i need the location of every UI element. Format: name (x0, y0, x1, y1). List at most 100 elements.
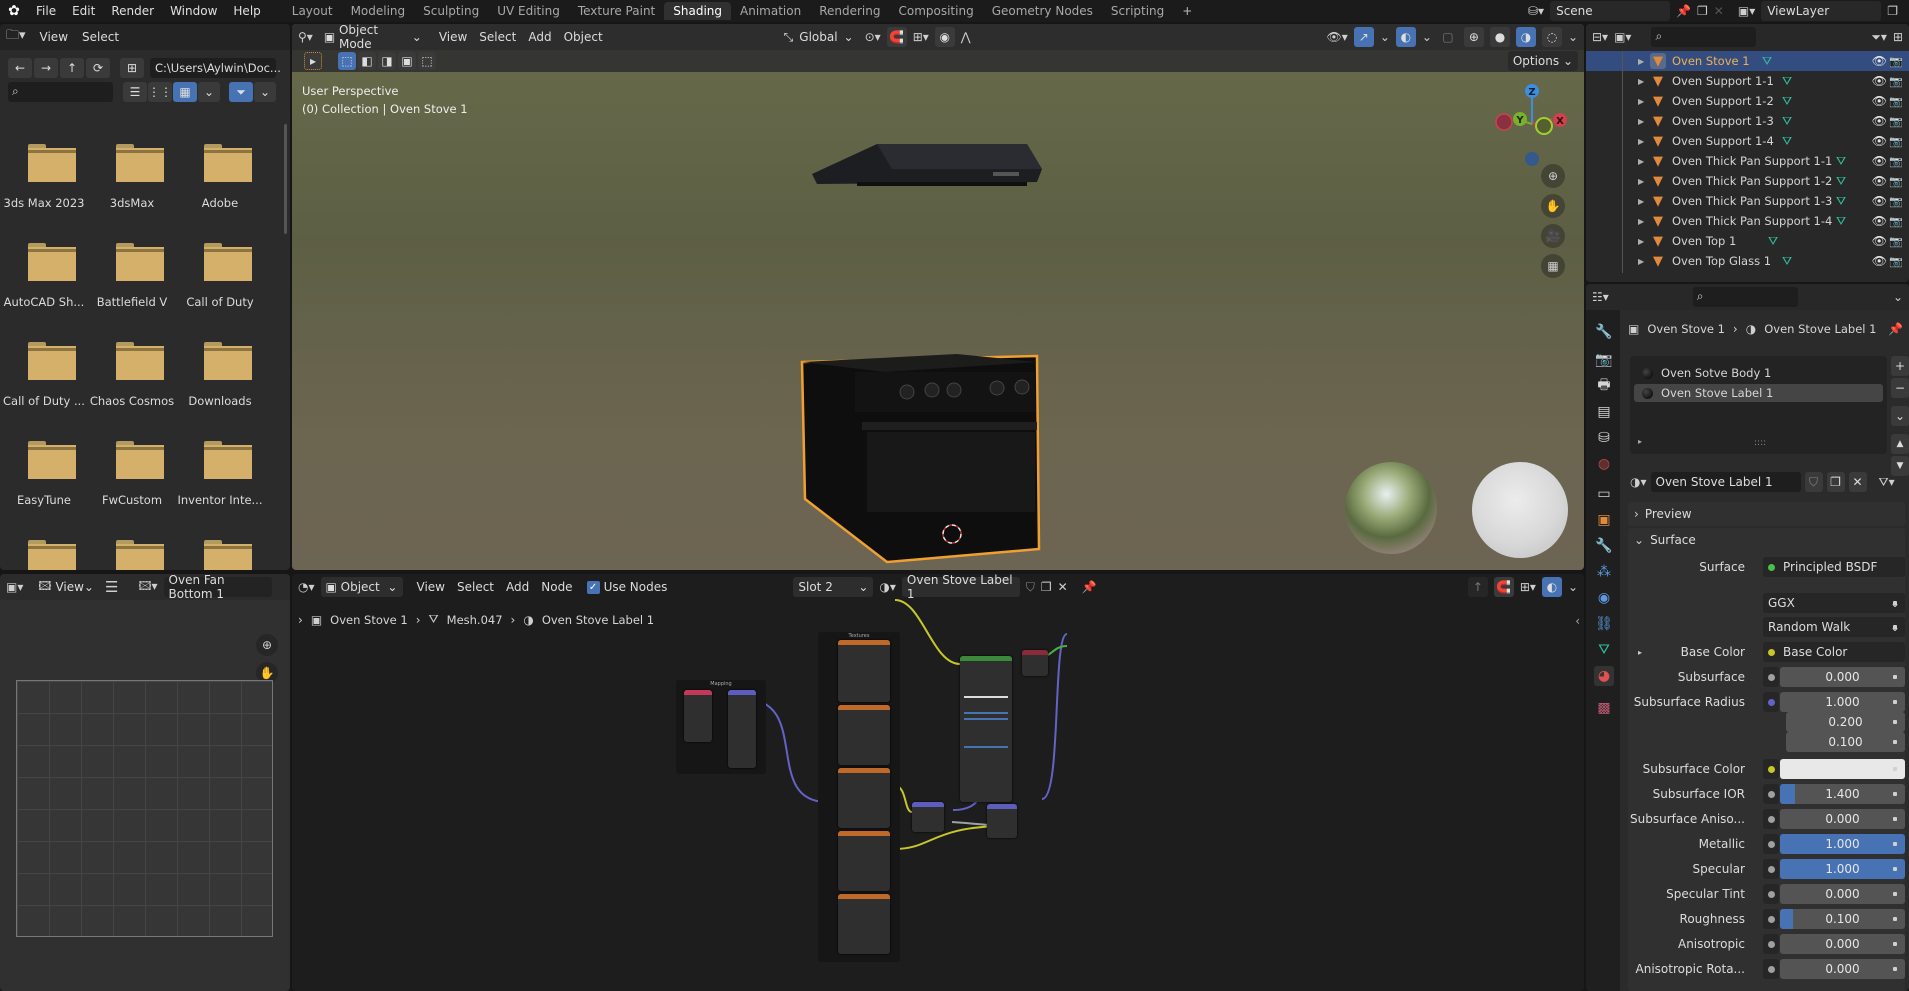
mesh-data-icon[interactable]: ⛛ (1782, 134, 1792, 149)
keyframe-dot[interactable] (1893, 700, 1897, 704)
visibility-eye-icon[interactable]: 👁 (1872, 114, 1887, 128)
mode-dropdown[interactable]: ▣ Object Mode ⌄ (318, 24, 427, 51)
workspace-tab-layout[interactable]: Layout (283, 2, 342, 20)
displacement-node[interactable] (987, 804, 1017, 838)
tool-tab-icon[interactable]: 🔧 (1594, 322, 1614, 342)
keyframe-dot[interactable] (1893, 740, 1897, 744)
input-socket-icon[interactable] (1763, 759, 1779, 779)
property-value-field[interactable]: 0.000 (1780, 884, 1905, 904)
workspace-tab-uv-editing[interactable]: UV Editing (488, 2, 569, 20)
property-value-field[interactable]: 0.000 (1780, 809, 1905, 829)
visibility-eye-icon[interactable]: 👁 (1872, 154, 1887, 168)
material-name-field[interactable]: Oven Stove Label 1 (1650, 472, 1801, 492)
gizmo-toggle[interactable]: ↗ (1353, 27, 1374, 47)
folder-item[interactable]: Battlefield V (97, 235, 190, 330)
render-camera-icon[interactable]: 📷 (1889, 155, 1903, 168)
folder-item[interactable]: Downloads (188, 334, 278, 429)
unlink-material-button[interactable]: ✕ (1848, 472, 1867, 492)
material-slot-item[interactable]: Oven Stove Label 1 (1634, 384, 1883, 402)
physics-tab-icon[interactable]: ◉ (1594, 588, 1614, 608)
outliner-item[interactable]: ▶ ▼ Oven Thick Pan Support 1-1 ⛛ 👁 📷 (1586, 151, 1909, 171)
render-camera-icon[interactable]: 📷 (1889, 215, 1903, 228)
expand-arrow-icon[interactable]: ▶ (1638, 197, 1650, 206)
resize-handle[interactable]: :::: (1754, 438, 1766, 448)
mesh-data-icon[interactable]: ⛛ (1782, 74, 1792, 89)
view-layer-icon[interactable]: ▣▾ (1738, 4, 1755, 18)
keyframe-dot[interactable] (1893, 867, 1897, 871)
outliner-item[interactable]: ▶ ▼ Oven Support 1-1 ⛛ 👁 📷 (1586, 71, 1909, 91)
visibility-eye-icon[interactable]: 👁 (1872, 134, 1887, 148)
visibility-eye-icon[interactable]: 👁 (1872, 94, 1887, 108)
oven-stove-object[interactable] (797, 344, 1042, 564)
preview-panel-header[interactable]: › Preview (1628, 502, 1905, 526)
link-type-icon[interactable]: ⛛▾ (1879, 475, 1895, 490)
overlays-toggle[interactable]: ◐ (1395, 27, 1416, 47)
parent-dir-button[interactable]: ↑ (60, 58, 84, 78)
object-tab-icon[interactable]: ▣ (1594, 510, 1614, 530)
keyframe-dot[interactable] (1893, 720, 1897, 724)
property-value-field[interactable]: 1.000 (1780, 692, 1905, 712)
property-value-field[interactable]: 0.100 (1780, 909, 1905, 929)
property-value-field[interactable] (1780, 759, 1905, 779)
input-socket-icon[interactable] (1763, 809, 1779, 829)
outliner-item[interactable]: ▶ ▼ Oven Thick Pan Support 1-3 ⛛ 👁 📷 (1586, 191, 1909, 211)
keyframe-dot[interactable] (1893, 767, 1897, 771)
zoom-icon[interactable]: ⊕ (256, 634, 278, 656)
keyframe-dot[interactable] (1893, 967, 1897, 971)
scene-icon[interactable]: ⛁▾ (1528, 4, 1544, 18)
zoom-icon[interactable]: ⊕ (1541, 164, 1565, 188)
keyframe-dot[interactable] (1893, 892, 1897, 896)
3d-viewport[interactable]: ⚲▾ ▣ Object Mode ⌄ View Select Add Objec… (292, 24, 1584, 570)
visibility-icon[interactable]: 👁▾ (1327, 30, 1348, 44)
mesh-data-icon[interactable]: ⛛ (1836, 154, 1846, 169)
input-socket-icon[interactable] (1763, 934, 1779, 954)
move-slot-up-button[interactable]: ▲ (1891, 434, 1909, 454)
add-workspace-button[interactable]: + (1173, 2, 1201, 20)
mesh-data-icon[interactable]: ⛛ (1836, 194, 1846, 209)
mesh-data-icon[interactable]: ⛛ (1836, 174, 1846, 189)
menu-view[interactable]: View (439, 30, 467, 44)
folder-item[interactable] (14, 532, 102, 570)
view-dropdown[interactable]: 🖾 View ⌄ (33, 577, 99, 597)
remove-slot-button[interactable]: − (1891, 378, 1909, 398)
outliner-item[interactable]: ▶ ▼ Oven Thick Pan Support 1-2 ⛛ 👁 📷 (1586, 171, 1909, 191)
visibility-eye-icon[interactable]: 👁 (1872, 234, 1887, 248)
editor-type-icon[interactable]: ☷▾ (1592, 290, 1609, 304)
keyframe-dot[interactable] (1893, 675, 1897, 679)
thumbnails-button[interactable]: ▦ (173, 82, 197, 102)
editor-type-icon[interactable]: ▣▾ (6, 580, 23, 594)
input-socket-icon[interactable] (1763, 667, 1779, 687)
folder-item[interactable]: AutoCAD Sh... (4, 235, 102, 330)
data-tab-icon[interactable]: ⛛ (1594, 640, 1614, 660)
display-mode-icon[interactable]: ⊟▾ (1592, 30, 1608, 44)
input-socket-icon[interactable] (1763, 959, 1779, 979)
keyframe-dot[interactable] (1893, 601, 1897, 605)
duplicate-material-button[interactable]: ❐ (1826, 472, 1845, 492)
workspace-tab-texture-paint[interactable]: Texture Paint (569, 2, 664, 20)
folder-item[interactable]: Adobe (190, 136, 278, 231)
transform-orientation-dropdown[interactable]: ⤡ Global ⌄ (778, 27, 859, 47)
menu-view[interactable]: View (40, 30, 68, 44)
filter-options-dropdown[interactable]: ⌄ (254, 82, 276, 102)
properties-search-input[interactable]: ⌕ (1692, 287, 1798, 307)
vertical-list-button[interactable]: ☰ (123, 82, 147, 102)
outliner-item[interactable]: ▶ ▼ Oven Support 1-3 ⛛ 👁 📷 (1586, 111, 1909, 131)
options-dropdown[interactable]: Options ⌄ (1507, 51, 1578, 71)
render-tab-icon[interactable]: 📷 (1594, 350, 1614, 370)
menu-file[interactable]: File (28, 4, 64, 18)
tool-select-icon[interactable]: ▸ (304, 52, 322, 70)
render-camera-icon[interactable]: 📷 (1889, 255, 1903, 268)
workspace-tab-geometry-nodes[interactable]: Geometry Nodes (983, 2, 1102, 20)
folder-item[interactable]: Call of Duty (186, 235, 278, 330)
pin-icon[interactable]: 📌 (1888, 322, 1903, 336)
keyframe-dot[interactable] (1893, 625, 1897, 629)
property-value-field[interactable]: 0.000 (1780, 934, 1905, 954)
pan-hand-icon[interactable]: ✋ (1541, 194, 1565, 218)
expand-arrow-icon[interactable]: ▶ (1638, 237, 1650, 246)
menu-object[interactable]: Object (564, 30, 603, 44)
view-layer-tab-icon[interactable]: ▤ (1594, 402, 1614, 422)
scene-selector[interactable]: Scene (1550, 1, 1671, 21)
render-camera-icon[interactable]: 📷 (1889, 175, 1903, 188)
expand-arrow-icon[interactable]: ▶ (1638, 137, 1650, 146)
world-tab-icon[interactable]: ◍ (1594, 454, 1614, 474)
